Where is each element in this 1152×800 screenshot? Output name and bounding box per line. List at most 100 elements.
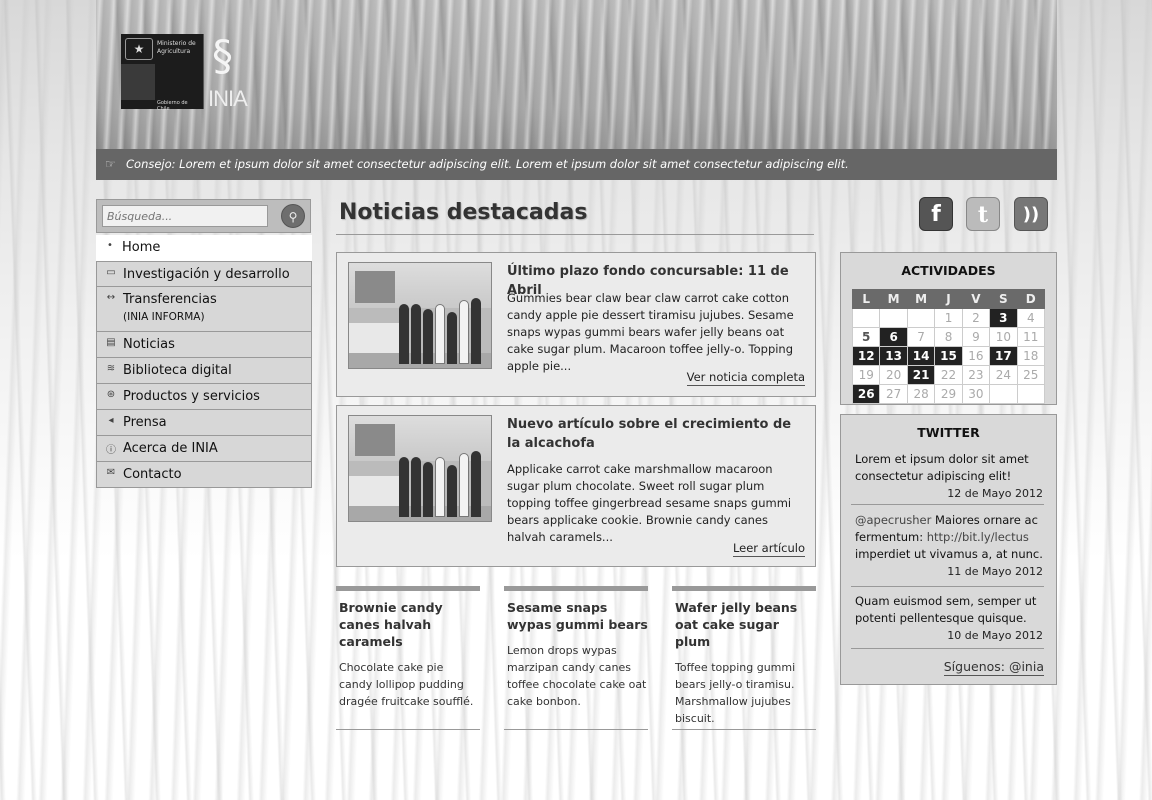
activities-panel: ACTIVIDADES L M M J V S D 1 2 3 4 5 6 7 … <box>840 252 1057 405</box>
news-photo[interactable] <box>348 262 492 369</box>
calendar-day[interactable]: 4 <box>1016 308 1046 328</box>
rss-icon[interactable]: )) <box>1014 197 1048 231</box>
tweet-date: 12 de Mayo 2012 <box>947 487 1043 500</box>
column-title[interactable]: Sesame snaps wypas gummi bears <box>507 599 648 633</box>
sidebar-item-label: Contacto <box>123 467 182 482</box>
calendar-day-event[interactable]: 15 <box>934 346 963 366</box>
calendar-week: 19 20 21 22 23 24 25 <box>851 365 1046 385</box>
calendar-day-event[interactable]: 17 <box>989 346 1018 366</box>
news-excerpt: Applicake carrot cake marshmallow macaro… <box>507 462 792 544</box>
pointing-hand-icon: ☞ <box>105 157 116 171</box>
read-more-link[interactable]: Leer artículo <box>732 541 805 557</box>
news-title[interactable]: Nuevo artículo sobre el crecimiento de l… <box>507 415 797 453</box>
document-icon: ▤ <box>106 337 116 348</box>
calendar-day-event[interactable]: 12 <box>851 346 881 366</box>
calendar-day[interactable]: 28 <box>906 384 936 404</box>
calendar-day-event[interactable]: 21 <box>906 365 936 385</box>
tweet-text: Lorem et ipsum dolor sit amet consectetu… <box>855 452 1029 483</box>
calendar-day-event[interactable]: 3 <box>989 308 1018 328</box>
featured-news-card: Último plazo fondo concursable: 11 de Ab… <box>336 252 816 397</box>
news-column: Wafer jelly beans oat cake sugar plum To… <box>672 586 816 730</box>
calendar-day[interactable]: 20 <box>879 365 908 385</box>
books-icon: ≋ <box>106 363 116 374</box>
tweet-body: @apecrusher Maiores ornare ac fermentum:… <box>855 512 1043 563</box>
megaphone-icon: ◂ <box>108 415 114 426</box>
follow-link[interactable]: Síguenos: @inia <box>943 659 1044 676</box>
header-banner: ★ Ministerio de Agricultura Gobierno de … <box>96 0 1057 180</box>
search-button[interactable]: ⚲ <box>281 204 305 228</box>
column-title[interactable]: Brownie candy canes halvah caramels <box>339 599 480 650</box>
calendar-day-event[interactable]: 26 <box>851 384 881 404</box>
photo-person <box>399 304 409 364</box>
sidebar-item-label: Productos y servicios <box>123 389 260 404</box>
calendar-day-event[interactable]: 6 <box>879 327 908 347</box>
facebook-icon[interactable]: f <box>919 197 953 231</box>
calendar-day[interactable]: 18 <box>1016 346 1046 366</box>
sidebar-item-acerca[interactable]: ⓘ Acerca de INIA <box>96 436 312 462</box>
photo-person <box>471 298 481 364</box>
ministerio-agricultura-logo[interactable]: ★ Ministerio de Agricultura Gobierno de … <box>121 34 204 112</box>
sidebar-item-investigacion[interactable]: ▭ Investigación y desarrollo <box>96 261 312 287</box>
calendar-day <box>879 308 908 328</box>
photo-person <box>423 462 433 517</box>
sidebar-item-biblioteca[interactable]: ≋ Biblioteca digital <box>96 358 312 384</box>
gov-logo-footer: Gobierno de Chile <box>157 100 188 112</box>
search-input[interactable] <box>102 205 268 227</box>
photo-person <box>423 309 433 364</box>
column-text: Chocolate cake pie candy lollipop puddin… <box>339 661 474 708</box>
calendar-day[interactable]: 30 <box>961 384 991 404</box>
calendar-day[interactable]: 8 <box>934 327 963 347</box>
calendar-day[interactable]: 7 <box>906 327 936 347</box>
calendar-day[interactable]: 23 <box>961 365 991 385</box>
sidebar-item-prensa[interactable]: ◂ Prensa <box>96 410 312 436</box>
photo-person <box>435 304 445 364</box>
photo-person <box>411 304 421 364</box>
sidebar-item-label: Home <box>122 240 161 255</box>
calendar-day[interactable]: 27 <box>879 384 908 404</box>
photo-person <box>447 465 457 517</box>
calendar-day[interactable]: 24 <box>989 365 1018 385</box>
news-excerpt: Gummies bear claw bear claw carrot cake … <box>507 291 794 373</box>
tweet-date: 11 de Mayo 2012 <box>947 565 1043 578</box>
calendar-day[interactable]: 10 <box>989 327 1018 347</box>
weekday-label: D <box>1016 289 1046 309</box>
calendar-week: 26 27 28 29 30 <box>851 384 1046 404</box>
calendar-day <box>989 384 1018 404</box>
activities-title: ACTIVIDADES <box>901 263 996 278</box>
calendar-day[interactable]: 19 <box>851 365 881 385</box>
sidebar-item-transferencias[interactable]: ↔ Transferencias (INIA INFORMA) <box>96 287 312 332</box>
sidebar-item-label: Biblioteca digital <box>123 363 232 378</box>
search-icon: ⚲ <box>288 210 298 224</box>
column-title[interactable]: Wafer jelly beans oat cake sugar plum <box>675 599 816 650</box>
photo-person <box>459 453 469 517</box>
calendar-day[interactable]: 16 <box>961 346 991 366</box>
gov-logo-text: Ministerio de Agricultura <box>157 40 196 55</box>
sidebar-item-noticias[interactable]: ▤ Noticias <box>96 332 312 358</box>
sidebar-item-home[interactable]: • Home <box>96 235 312 261</box>
calendar-day[interactable]: 29 <box>934 384 963 404</box>
tweet: Lorem et ipsum dolor sit amet consectetu… <box>855 451 1043 502</box>
weekday-label: M <box>906 289 936 309</box>
calendar-day[interactable]: 25 <box>1016 365 1046 385</box>
twitter-icon[interactable]: t <box>966 197 1000 231</box>
calendar-day[interactable]: 5 <box>851 327 881 347</box>
calendar-day-event[interactable]: 14 <box>906 346 936 366</box>
tweet-text: imperdiet ut vivamus a, at nunc. <box>855 547 1043 561</box>
tweet: Quam euismod sem, semper ut potenti pell… <box>855 593 1043 644</box>
calendar-day[interactable]: 22 <box>934 365 963 385</box>
news-photo[interactable] <box>348 415 492 522</box>
read-more-link[interactable]: Ver noticia completa <box>686 370 805 386</box>
calendar-day-event[interactable]: 13 <box>879 346 908 366</box>
calendar-day[interactable]: 1 <box>934 308 963 328</box>
sidebar-item-contacto[interactable]: ✉ Contacto <box>96 462 312 488</box>
calendar-day[interactable]: 2 <box>961 308 991 328</box>
sidebar-item-label: Investigación y desarrollo <box>123 267 290 282</box>
tweet-handle-link[interactable]: @apecrusher <box>855 513 931 527</box>
inia-logo[interactable]: § INIA <box>208 34 262 112</box>
calendar-day[interactable]: 9 <box>961 327 991 347</box>
tweet-url-link[interactable]: http://bit.ly/lectus <box>927 530 1029 544</box>
sidebar-item-productos[interactable]: ⊛ Productos y servicios <box>96 384 312 410</box>
tweet-date: 10 de Mayo 2012 <box>947 629 1043 642</box>
sidebar-item-label: Acerca de INIA <box>123 441 218 456</box>
calendar-day[interactable]: 11 <box>1016 327 1046 347</box>
